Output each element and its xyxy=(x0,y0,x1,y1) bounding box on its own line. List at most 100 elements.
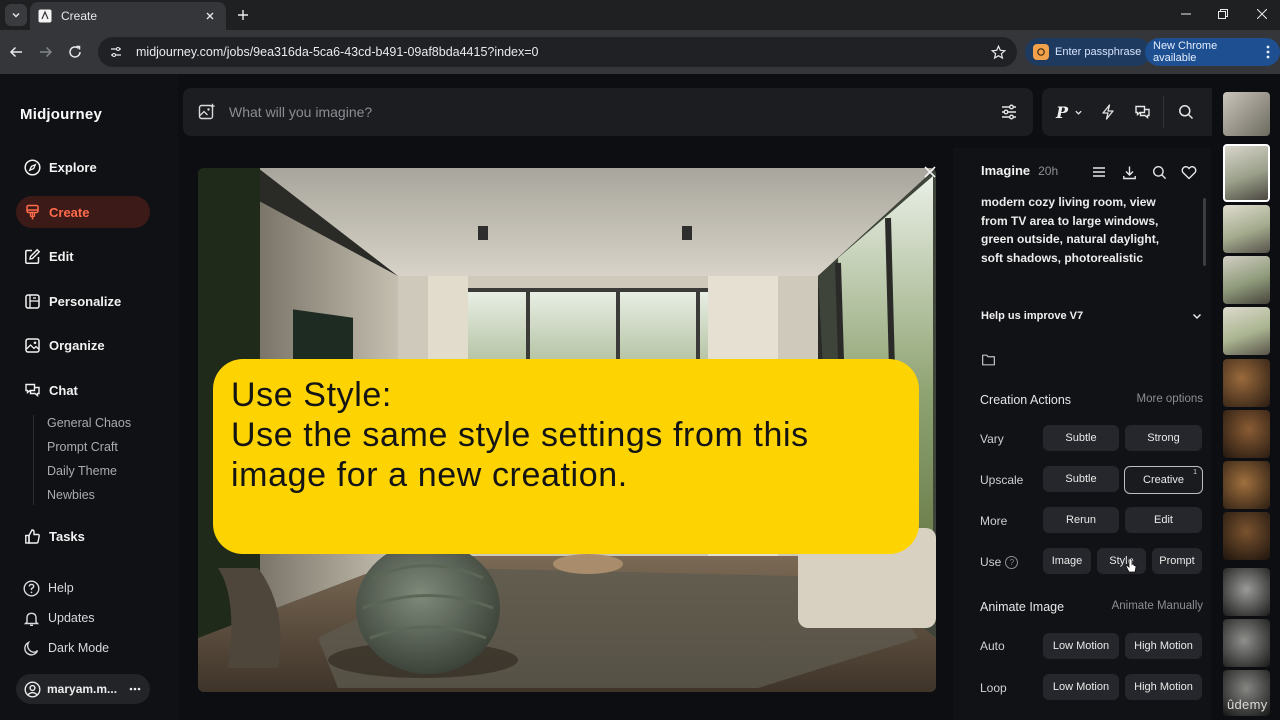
address-bar[interactable]: midjourney.com/jobs/9ea316da-5ca6-43cd-b… xyxy=(98,37,1017,67)
thumbnail[interactable] xyxy=(1223,92,1270,136)
more-horizontal-icon[interactable] xyxy=(128,687,142,691)
prompt-input[interactable] xyxy=(229,104,999,120)
heart-icon[interactable] xyxy=(1180,163,1198,181)
vary-strong-button[interactable]: Strong xyxy=(1125,425,1202,451)
help-link[interactable]: Help xyxy=(16,575,74,601)
browser-tab[interactable]: Create xyxy=(30,2,226,30)
profile-letter: P xyxy=(1056,102,1069,122)
personalize-icon xyxy=(23,292,41,310)
sidebar-item-create[interactable]: Create xyxy=(16,196,150,228)
chat-room-daily-theme[interactable]: Daily Theme xyxy=(47,464,117,478)
image-details-panel: Imagine 20h modern cozy living room, vie… xyxy=(953,148,1211,720)
thumbnail[interactable] xyxy=(1223,359,1270,407)
auto-low-motion-button[interactable]: Low Motion xyxy=(1043,633,1119,659)
sidebar-item-label: Personalize xyxy=(49,293,122,309)
sidebar-item-edit[interactable]: Edit xyxy=(16,240,150,272)
bell-icon xyxy=(22,609,40,627)
thumbnail[interactable] xyxy=(1223,256,1270,304)
upscale-creative-label: Creative xyxy=(1143,474,1184,486)
passphrase-label: Enter passphrase xyxy=(1055,46,1142,58)
prompt-bar xyxy=(183,88,1033,136)
thumbnail[interactable] xyxy=(1223,512,1270,560)
tab-close-icon[interactable] xyxy=(202,8,218,24)
minimize-button[interactable] xyxy=(1176,5,1196,23)
new-chrome-available-button[interactable]: New Chrome available xyxy=(1145,38,1280,66)
close-window-button[interactable] xyxy=(1252,5,1272,23)
chat-room-prompt-craft[interactable]: Prompt Craft xyxy=(47,440,118,454)
loop-high-motion-button[interactable]: High Motion xyxy=(1125,674,1202,700)
image-gallery-icon xyxy=(23,336,41,354)
dark-mode-toggle[interactable]: Dark Mode xyxy=(16,635,109,661)
thumbnail[interactable] xyxy=(1223,619,1270,667)
profile-selector[interactable]: P xyxy=(1056,102,1092,122)
updates-link[interactable]: Updates xyxy=(16,605,95,631)
search-icon[interactable] xyxy=(1176,102,1196,122)
upscale-creative-button[interactable]: Creative 1 xyxy=(1124,466,1203,494)
tab-search-button[interactable] xyxy=(5,4,27,26)
job-time-ago: 20h xyxy=(1038,164,1059,178)
user-account-button[interactable]: maryam.m... xyxy=(16,674,150,704)
thumbnail[interactable] xyxy=(1223,461,1270,509)
question-circle-icon[interactable]: ? xyxy=(1005,555,1019,569)
forward-button[interactable] xyxy=(37,43,55,61)
more-vertical-icon[interactable] xyxy=(1264,44,1272,60)
vary-label: Vary xyxy=(980,432,1004,446)
sidebar-item-chat[interactable]: Chat xyxy=(16,374,150,406)
minimize-icon xyxy=(1181,13,1191,15)
thumbnail[interactable] xyxy=(1223,307,1270,355)
chat-icon[interactable] xyxy=(1132,102,1152,122)
thumbnail[interactable] xyxy=(1223,205,1270,253)
use-style-button[interactable]: Style xyxy=(1097,548,1146,574)
search-icon[interactable] xyxy=(1150,163,1168,181)
animate-manually-link[interactable]: Animate Manually xyxy=(1112,600,1203,612)
use-image-button[interactable]: Image xyxy=(1043,548,1091,574)
prompt-scrollbar[interactable] xyxy=(1203,198,1206,266)
use-prompt-button[interactable]: Prompt xyxy=(1152,548,1202,574)
restore-button[interactable] xyxy=(1213,5,1233,23)
add-image-icon[interactable] xyxy=(197,102,217,122)
upscale-subtle-button[interactable]: Subtle xyxy=(1043,466,1119,492)
sidebar-item-label: Create xyxy=(49,204,90,220)
chat-room-newbies[interactable]: Newbies xyxy=(47,488,95,502)
mouse-cursor-icon xyxy=(1125,558,1137,573)
help-improve-toggle[interactable]: Help us improve V7 xyxy=(981,310,1203,322)
user-avatar-icon xyxy=(23,680,41,698)
midjourney-logo[interactable]: Midjourney xyxy=(20,106,102,123)
edit-button[interactable]: Edit xyxy=(1125,507,1202,533)
vary-subtle-button[interactable]: Subtle xyxy=(1043,425,1119,451)
enter-passphrase-button[interactable]: Enter passphrase xyxy=(1025,38,1152,66)
add-to-folder-icon[interactable] xyxy=(979,351,997,369)
url-text: midjourney.com/jobs/9ea316da-5ca6-43cd-b… xyxy=(136,45,539,59)
reload-icon xyxy=(69,45,81,58)
more-options-link[interactable]: More options xyxy=(1137,393,1203,405)
lightning-icon[interactable] xyxy=(1098,102,1118,122)
prompt-text[interactable]: modern cozy living room, view from TV ar… xyxy=(981,193,1163,267)
thumbnail-selected[interactable] xyxy=(1223,144,1270,202)
new-tab-button[interactable] xyxy=(234,6,252,24)
settings-sliders-icon[interactable] xyxy=(999,102,1019,122)
brush-icon xyxy=(23,203,41,221)
chevron-down-icon xyxy=(1192,313,1202,320)
auto-high-motion-button[interactable]: High Motion xyxy=(1125,633,1202,659)
bookmark-star-icon[interactable] xyxy=(989,43,1007,61)
dark-mode-label: Dark Mode xyxy=(48,641,110,655)
thumbnail[interactable] xyxy=(1223,410,1270,458)
back-button[interactable] xyxy=(7,43,25,61)
sidebar-item-tasks[interactable]: Tasks xyxy=(16,520,150,552)
site-info-icon[interactable] xyxy=(108,44,124,60)
reload-button[interactable] xyxy=(66,43,84,61)
rerun-button[interactable]: Rerun xyxy=(1043,507,1119,533)
sidebar-item-explore[interactable]: Explore xyxy=(16,151,150,183)
username: maryam.m... xyxy=(47,682,118,696)
sidebar-item-organize[interactable]: Organize xyxy=(16,329,150,361)
sidebar-item-label: Organize xyxy=(49,337,105,353)
close-viewer-button[interactable] xyxy=(920,162,940,182)
download-icon[interactable] xyxy=(1120,163,1138,181)
thumbnail[interactable] xyxy=(1223,568,1270,616)
close-icon xyxy=(1257,9,1267,19)
help-label: Help xyxy=(48,581,74,595)
chat-room-general-chaos[interactable]: General Chaos xyxy=(47,416,131,430)
sidebar-item-personalize[interactable]: Personalize xyxy=(16,285,150,317)
loop-low-motion-button[interactable]: Low Motion xyxy=(1043,674,1119,700)
menu-lines-icon[interactable] xyxy=(1090,163,1108,181)
